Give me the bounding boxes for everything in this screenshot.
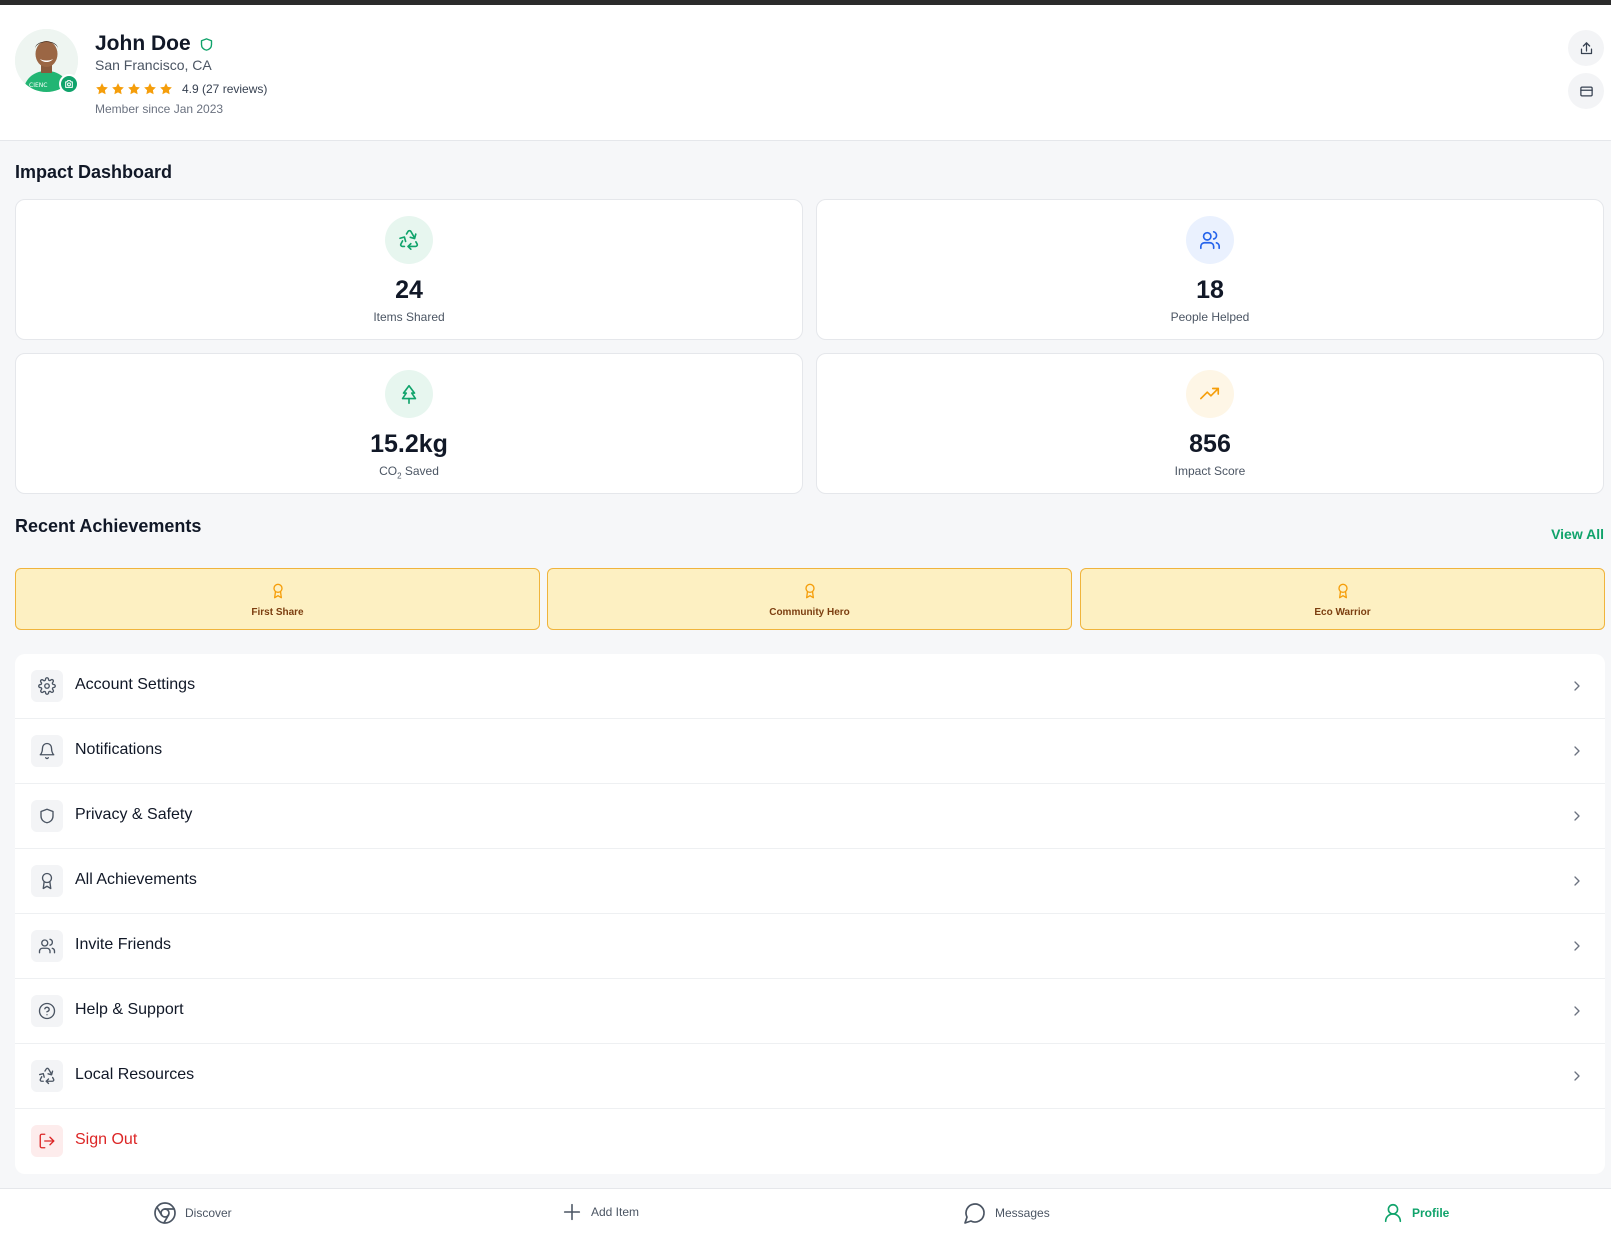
award-icon — [802, 582, 818, 600]
profile-header: CIENC John Doe San Francisco, CA 4.9 (27… — [0, 5, 1611, 141]
achievement-label: Community Hero — [769, 607, 850, 618]
achievement-eco-warrior[interactable]: Eco Warrior — [1080, 568, 1605, 630]
plus-icon — [561, 1201, 583, 1223]
share-button[interactable] — [1568, 30, 1604, 66]
nav-add-item[interactable]: Add Item — [561, 1201, 639, 1223]
nav-discover[interactable]: Discover — [153, 1201, 232, 1225]
trending-up-icon — [1186, 370, 1234, 418]
menu-item-local-resources[interactable]: Local Resources — [15, 1044, 1605, 1109]
menu-item-label: Help & Support — [75, 1001, 184, 1018]
menu-item-invite-friends[interactable]: Invite Friends — [15, 914, 1605, 979]
rating: 4.9 (27 reviews) — [95, 82, 267, 96]
profile-name: John Doe — [95, 32, 191, 55]
menu-item-help-support[interactable]: Help & Support — [15, 979, 1605, 1044]
menu-item-sign-out[interactable]: Sign Out — [15, 1109, 1605, 1174]
achievement-community-hero[interactable]: Community Hero — [547, 568, 1072, 630]
log-out-icon — [31, 1125, 63, 1157]
nav-label: Add Item — [591, 1205, 640, 1219]
menu-item-label: Account Settings — [75, 676, 196, 693]
stat-label: CO2 Saved — [16, 464, 802, 480]
stat-value: 18 — [1196, 276, 1224, 304]
star-icon — [128, 83, 140, 95]
bottom-navigation: Discover Add Item Messages Profile — [0, 1188, 1611, 1241]
menu-item-label: Privacy & Safety — [75, 806, 193, 823]
bell-icon — [31, 735, 63, 767]
users-icon — [31, 930, 63, 962]
svg-text:CIENC: CIENC — [29, 82, 47, 89]
menu-item-all-achievements[interactable]: All Achievements — [15, 849, 1605, 914]
stat-value: 856 — [1189, 430, 1231, 458]
nav-label: Messages — [995, 1206, 1050, 1220]
menu-item-label: Local Resources — [75, 1066, 195, 1083]
recent-achievements-title: Recent Achievements — [15, 516, 202, 536]
chrome-icon — [153, 1201, 177, 1225]
rating-text: 4.9 (27 reviews) — [182, 82, 268, 96]
menu-item-label: Invite Friends — [75, 936, 172, 953]
help-circle-icon — [31, 995, 63, 1027]
stat-card-people-helped: 18 People Helped — [816, 199, 1604, 340]
award-icon — [270, 582, 286, 600]
achievement-first-share[interactable]: First Share — [15, 568, 540, 630]
award-icon — [31, 865, 63, 897]
stat-label: Impact Score — [1174, 464, 1246, 478]
menu-item-account-settings[interactable]: Account Settings — [15, 654, 1605, 719]
stat-card-items-shared: 24 Items Shared — [15, 199, 803, 340]
star-icon — [96, 83, 108, 95]
chevron-right-icon — [1569, 1003, 1585, 1019]
menu-item-privacy-safety[interactable]: Privacy & Safety — [15, 784, 1605, 849]
chevron-right-icon — [1569, 1068, 1585, 1084]
stat-card-co2-saved: 15.2kg CO2 Saved — [15, 353, 803, 494]
award-icon — [1335, 582, 1351, 600]
settings-menu: Account Settings Notifications Privacy &… — [15, 654, 1605, 1174]
stat-label-main: CO — [379, 464, 398, 478]
chevron-right-icon — [1569, 938, 1585, 954]
chevron-right-icon — [1569, 808, 1585, 824]
message-circle-icon — [963, 1201, 987, 1225]
nav-messages[interactable]: Messages — [963, 1201, 1050, 1225]
stat-value: 15.2kg — [370, 430, 448, 458]
name-row: John Doe — [95, 32, 214, 56]
member-since: Member since Jan 2023 — [95, 102, 224, 116]
achievement-label: Eco Warrior — [1314, 607, 1371, 618]
chevron-right-icon — [1569, 743, 1585, 759]
stat-label: Items Shared — [373, 310, 445, 324]
star-icon — [144, 83, 156, 95]
menu-item-label: All Achievements — [75, 871, 197, 888]
menu-item-notifications[interactable]: Notifications — [15, 719, 1605, 784]
avatar[interactable]: CIENC — [15, 29, 79, 94]
menu-item-label: Notifications — [75, 741, 163, 758]
camera-icon[interactable] — [59, 74, 79, 94]
achievement-label: First Share — [251, 607, 304, 618]
chevron-right-icon — [1569, 873, 1585, 889]
nav-label: Profile — [1412, 1206, 1450, 1220]
users-icon — [1186, 216, 1234, 264]
star-icon — [112, 83, 124, 95]
tree-icon — [385, 370, 433, 418]
nav-profile[interactable]: Profile — [1382, 1201, 1449, 1225]
gear-icon — [31, 670, 63, 702]
card-button[interactable] — [1568, 73, 1604, 109]
profile-location: San Francisco, CA — [95, 57, 212, 73]
stat-label-rest: Saved — [401, 464, 439, 478]
share-icon — [1579, 41, 1594, 56]
recycle-icon — [31, 1060, 63, 1092]
star-icon — [160, 83, 172, 95]
nav-label: Discover — [185, 1206, 232, 1220]
verified-shield-icon — [199, 37, 214, 52]
menu-item-label: Sign Out — [75, 1131, 138, 1148]
shield-icon — [31, 800, 63, 832]
credit-card-icon — [1579, 84, 1594, 99]
user-icon — [1382, 1201, 1404, 1225]
impact-dashboard-title: Impact Dashboard — [15, 162, 173, 182]
view-all-link[interactable]: View All — [1551, 526, 1604, 542]
stat-value: 24 — [395, 276, 423, 304]
chevron-right-icon — [1569, 678, 1585, 694]
recycle-icon — [385, 216, 433, 264]
stat-label: People Helped — [1170, 310, 1250, 324]
stat-card-impact-score: 856 Impact Score — [816, 353, 1604, 494]
rating-stars — [95, 82, 173, 96]
